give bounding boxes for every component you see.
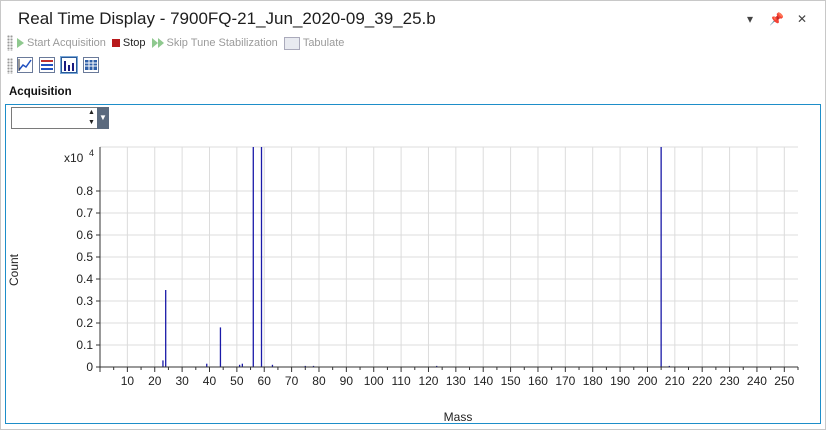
- x-tick-label: 180: [583, 374, 603, 388]
- y-multiplier-label: x10: [64, 151, 84, 165]
- pin-icon[interactable]: 📌: [769, 12, 784, 26]
- grid-view-icon[interactable]: [83, 57, 99, 73]
- x-tick-label: 170: [555, 374, 575, 388]
- tabulate-button[interactable]: Tabulate: [283, 36, 345, 50]
- y-tick-label: 0.1: [76, 338, 93, 352]
- x-tick-label: 100: [364, 374, 384, 388]
- x-tick-label: 120: [418, 374, 438, 388]
- x-tick-label: 30: [175, 374, 189, 388]
- x-tick-label: 250: [774, 374, 794, 388]
- x-tick-label: 160: [528, 374, 548, 388]
- y-tick-label: 0.4: [76, 272, 93, 286]
- stop-label: Stop: [122, 37, 146, 49]
- stop-button[interactable]: Stop: [111, 37, 146, 49]
- x-tick-label: 210: [665, 374, 685, 388]
- acquisition-label: Acquisition: [9, 86, 72, 98]
- window-frame: Real Time Display - 7900FQ-21_Jun_2020-0…: [0, 0, 826, 430]
- x-tick-label: 60: [258, 374, 272, 388]
- x-tick-label: 70: [285, 374, 299, 388]
- table-chart-icon[interactable]: [39, 57, 55, 73]
- x-tick-label: 80: [312, 374, 326, 388]
- toolbar-grip-2[interactable]: [7, 58, 13, 74]
- start-acquisition-button[interactable]: Start Acquisition: [17, 37, 106, 49]
- x-tick-label: 90: [340, 374, 354, 388]
- x-tick-label: 20: [148, 374, 162, 388]
- close-icon[interactable]: ✕: [795, 12, 809, 26]
- window-controls: ▾ 📌 ✕: [743, 12, 809, 26]
- x-tick-label: 130: [446, 374, 466, 388]
- fast-forward-icon: [151, 38, 164, 48]
- y-tick-label: 0.2: [76, 316, 93, 330]
- y-tick-label: 0.6: [76, 228, 93, 242]
- acquisition-toolbar: Start Acquisition Stop Skip Tune Stabili…: [17, 34, 348, 52]
- tabulate-icon: [283, 36, 300, 50]
- acquisition-panel: ▲ ▼ ▼ 10 20 30 40 50 60 70 80 90 100 110 120 130 140 1…: [5, 104, 821, 424]
- x-tick-label: 190: [610, 374, 630, 388]
- bar-spectrum-icon[interactable]: [60, 56, 78, 74]
- window-title: Real Time Display - 7900FQ-21_Jun_2020-0…: [18, 9, 436, 28]
- y-multiplier-exponent: 4: [89, 148, 94, 158]
- x-tick-label: 220: [692, 374, 712, 388]
- skip-tune-label: Skip Tune Stabilization: [166, 37, 278, 49]
- x-tick-label: 230: [720, 374, 740, 388]
- y-tick-label: 0.3: [76, 294, 93, 308]
- y-tick-label: 0.8: [76, 184, 93, 198]
- y-tick-label: 0: [86, 360, 93, 374]
- view-toolbar: [17, 56, 99, 75]
- stop-icon: [111, 39, 120, 47]
- play-icon: [17, 38, 24, 48]
- x-tick-label: 140: [473, 374, 493, 388]
- y-tick-label: 0.5: [76, 250, 93, 264]
- x-tick-label: 110: [392, 374, 411, 388]
- line-chart-icon[interactable]: [17, 57, 33, 73]
- x-tick-label: 200: [637, 374, 657, 388]
- x-tick-label: 240: [747, 374, 767, 388]
- tabulate-label: Tabulate: [302, 37, 345, 49]
- dropdown-arrow-icon[interactable]: ▾: [743, 12, 757, 26]
- x-tick-label: 150: [501, 374, 521, 388]
- x-axis-title: Mass: [444, 410, 473, 423]
- x-tick-label: 10: [121, 374, 135, 388]
- x-tick-label: 50: [230, 374, 244, 388]
- x-tick-label: 40: [203, 374, 217, 388]
- skip-tune-stabilization-button[interactable]: Skip Tune Stabilization: [151, 37, 278, 49]
- mass-spectrum-chart: 10 20 30 40 50 60 70 80 90 100 110 120 130 140 150 160 1…: [7, 146, 799, 423]
- y-tick-label: 0.7: [76, 206, 93, 220]
- start-acquisition-label: Start Acquisition: [27, 37, 106, 49]
- chart-grid: [100, 146, 798, 368]
- y-axis-title: Count: [7, 253, 21, 286]
- toolbar-grip[interactable]: [7, 35, 13, 51]
